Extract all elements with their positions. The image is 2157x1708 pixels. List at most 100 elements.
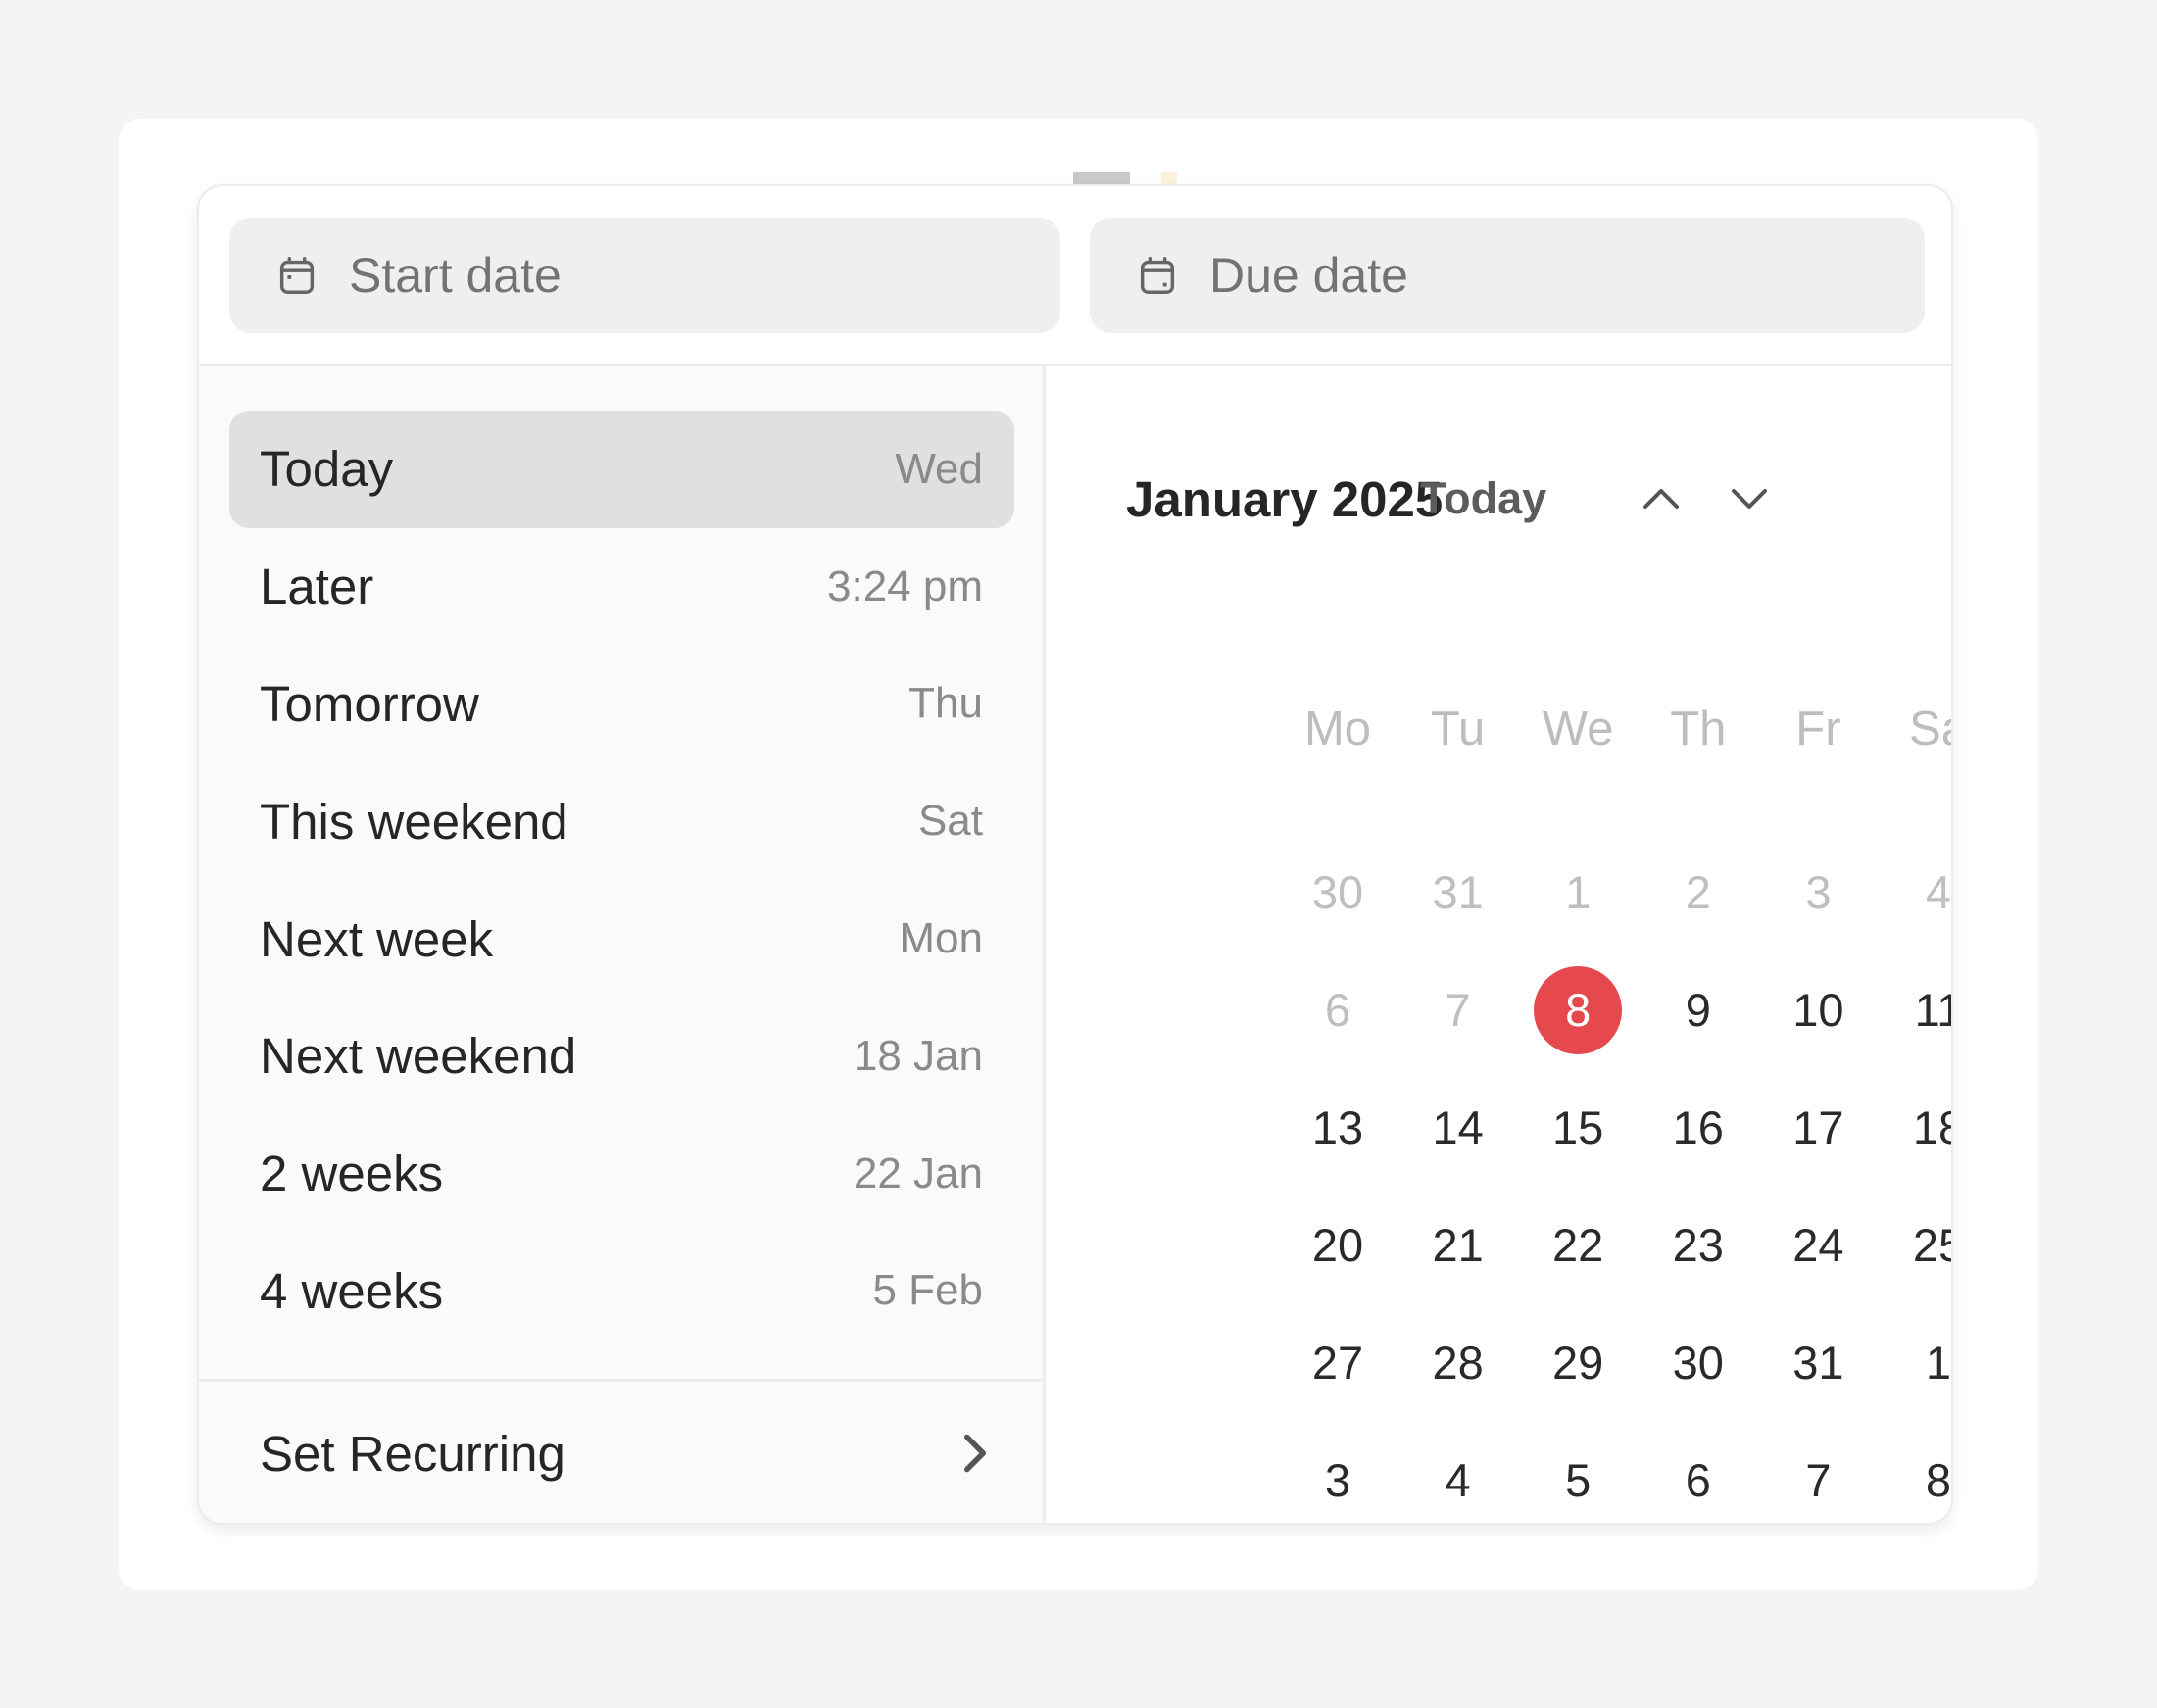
calendar-day[interactable]: 11 — [1885, 966, 1951, 1054]
calendar-grid: MoTuWeThFrSaSu30311234567891011121314151… — [1046, 366, 1951, 1523]
calendar-day[interactable]: 14 — [1404, 1084, 1512, 1172]
quick-option-this-weekend[interactable]: This weekend Sat — [229, 762, 1014, 880]
weekday-header: Sa — [1909, 703, 1951, 756]
calendar-day[interactable]: 6 — [1644, 1437, 1752, 1524]
weekday-header: Tu — [1430, 703, 1486, 756]
day-number: 7 — [1805, 1453, 1832, 1506]
calendar-day[interactable]: 8 — [1885, 1437, 1952, 1524]
quick-option-hint: 18 Jan — [853, 1031, 983, 1080]
day-number: 14 — [1432, 1100, 1484, 1153]
calendar-day[interactable]: 9 — [1644, 966, 1752, 1054]
calendar-day[interactable]: 20 — [1284, 1201, 1392, 1290]
day-number: 6 — [1685, 1453, 1711, 1506]
day-number: 10 — [1792, 983, 1844, 1036]
day-number: 1 — [1925, 1336, 1952, 1389]
calendar-day[interactable]: 5 — [1524, 1437, 1632, 1524]
quick-option-label: 2 weeks — [260, 1146, 444, 1202]
calendar-day[interactable]: 7 — [1404, 966, 1512, 1054]
background-artifact — [1161, 172, 1177, 184]
day-number: 3 — [1324, 1453, 1351, 1506]
calendar-day[interactable]: 30 — [1284, 849, 1392, 937]
calendar-day-today[interactable]: 8 — [1524, 965, 1632, 1054]
calendar-day[interactable]: 16 — [1644, 1084, 1752, 1172]
calendar-day[interactable]: 3 — [1764, 849, 1872, 937]
weekday-header: Th — [1670, 703, 1727, 756]
due-date-input[interactable]: Due date — [1090, 218, 1925, 333]
calendar-day[interactable]: 3 — [1284, 1437, 1392, 1524]
day-number: 30 — [1672, 1336, 1724, 1389]
weekday-header: We — [1542, 703, 1614, 756]
calendar-day[interactable]: 22 — [1524, 1201, 1632, 1290]
day-number: 3 — [1805, 866, 1832, 918]
day-number: 4 — [1445, 1453, 1471, 1506]
calendar-day[interactable]: 30 — [1644, 1319, 1752, 1407]
calendar-day[interactable]: 1 — [1524, 849, 1632, 937]
quick-option-2-weeks[interactable]: 2 weeks 22 Jan — [229, 1115, 1014, 1233]
day-number: 8 — [1534, 965, 1623, 1054]
calendar-day[interactable]: 18 — [1885, 1084, 1951, 1172]
calendar-day[interactable]: 31 — [1764, 1319, 1872, 1407]
calendar-day[interactable]: 17 — [1764, 1084, 1872, 1172]
quick-option-tomorrow[interactable]: Tomorrow Thu — [229, 646, 1014, 763]
day-number: 22 — [1552, 1218, 1604, 1271]
day-number: 31 — [1792, 1336, 1844, 1389]
day-number: 30 — [1311, 866, 1364, 918]
calendar-day[interactable]: 7 — [1764, 1437, 1872, 1524]
calendar-day[interactable]: 29 — [1524, 1319, 1632, 1407]
day-number: 1 — [1565, 866, 1592, 918]
due-date-placeholder: Due date — [1209, 248, 1408, 303]
day-number: 24 — [1792, 1218, 1844, 1271]
start-date-placeholder: Start date — [349, 248, 562, 303]
calendar-due-icon — [1140, 257, 1175, 294]
quick-option-label: Later — [260, 559, 374, 615]
quick-option-next-weekend[interactable]: Next weekend 18 Jan — [229, 998, 1014, 1115]
quick-option-hint: Mon — [899, 914, 983, 963]
day-number: 5 — [1565, 1453, 1592, 1506]
day-number: 21 — [1432, 1218, 1484, 1271]
start-date-input[interactable]: Start date — [229, 218, 1060, 333]
quick-option-today[interactable]: Today Wed — [229, 411, 1014, 528]
calendar-day[interactable]: 10 — [1764, 966, 1872, 1054]
calendar-day[interactable]: 31 — [1404, 849, 1512, 937]
day-number: 15 — [1552, 1100, 1604, 1153]
quick-option-later[interactable]: Later 3:24 pm — [229, 528, 1014, 646]
calendar-day[interactable]: 23 — [1644, 1201, 1752, 1290]
set-recurring-button[interactable]: Set Recurring — [199, 1382, 1043, 1523]
calendar-day[interactable]: 2 — [1644, 849, 1752, 937]
calendar-day[interactable]: 27 — [1284, 1319, 1392, 1407]
calendar-day[interactable]: 24 — [1764, 1201, 1872, 1290]
day-number: 25 — [1912, 1218, 1951, 1271]
weekday-header: Fr — [1795, 703, 1841, 756]
quick-option-label: Next weekend — [260, 1028, 577, 1085]
quick-option-hint: 5 Feb — [872, 1266, 983, 1315]
quick-option-4-weeks[interactable]: 4 weeks 5 Feb — [229, 1233, 1014, 1350]
calendar-day[interactable]: 25 — [1885, 1201, 1951, 1290]
day-number: 13 — [1311, 1100, 1364, 1153]
calendar-day[interactable]: 4 — [1404, 1437, 1512, 1524]
quick-option-hint: Thu — [908, 679, 983, 728]
calendar-day[interactable]: 4 — [1885, 849, 1952, 937]
set-recurring-label: Set Recurring — [260, 1425, 565, 1482]
quick-option-next-week[interactable]: Next week Mon — [229, 880, 1014, 998]
quick-option-label: Tomorrow — [260, 675, 479, 732]
day-number: 28 — [1432, 1336, 1484, 1389]
quick-option-label: Today — [260, 441, 394, 498]
quick-options-panel: Today Wed Later 3:24 pm Tomorrow Thu This week… — [199, 366, 1043, 1523]
calendar-day[interactable]: 13 — [1284, 1084, 1392, 1172]
quick-option-hint: 22 Jan — [853, 1148, 983, 1197]
calendar-day[interactable]: 15 — [1524, 1084, 1632, 1172]
day-number: 16 — [1672, 1100, 1724, 1153]
calendar-day[interactable]: 21 — [1404, 1201, 1512, 1290]
day-number: 29 — [1552, 1336, 1604, 1389]
quick-options-list: Today Wed Later 3:24 pm Tomorrow Thu This week… — [229, 411, 1014, 1349]
calendar-day[interactable]: 1 — [1885, 1319, 1952, 1407]
calendar-day[interactable]: 6 — [1284, 966, 1392, 1054]
date-picker-popover: Start date Due date Today Wed Later 3:24 pm… — [197, 184, 1953, 1525]
day-number: 23 — [1672, 1218, 1724, 1271]
day-number: 4 — [1925, 866, 1952, 918]
calendar-day[interactable]: 28 — [1404, 1319, 1512, 1407]
day-number: 31 — [1432, 866, 1484, 918]
day-number: 9 — [1685, 983, 1711, 1036]
day-number: 11 — [1914, 983, 1951, 1036]
day-number: 8 — [1925, 1453, 1952, 1506]
